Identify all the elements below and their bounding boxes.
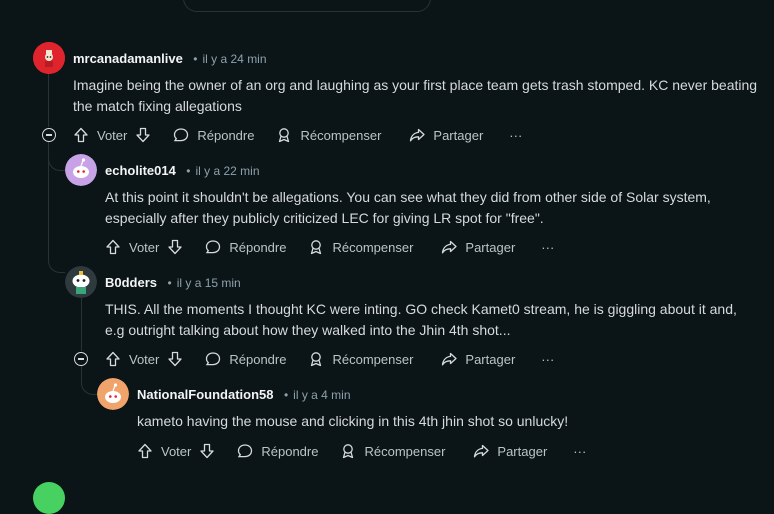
timestamp[interactable]: il y a 22 min <box>195 164 259 178</box>
comment-header: mrcanadamanlive • il y a 24 min <box>73 51 267 66</box>
reply-label: Répondre <box>197 127 255 143</box>
arrow-down-icon <box>168 239 183 255</box>
share-arrow-icon <box>410 128 426 142</box>
share-label: Partager <box>465 239 516 255</box>
share-button[interactable]: Partager <box>441 351 515 367</box>
snoo-avatar-icon <box>33 42 65 74</box>
vote-label: Voter <box>129 239 160 255</box>
award-label: Récompenser <box>332 351 414 367</box>
comment-body: kameto having the mouse and clicking in … <box>137 413 569 429</box>
downvote-button[interactable] <box>199 443 215 459</box>
comment-actions: Voter Répondre Récompenser Partager ··· <box>137 439 586 463</box>
comment-header: NationalFoundation58 • il y a 4 min <box>137 387 351 402</box>
share-label: Partager <box>465 351 516 367</box>
timestamp[interactable]: il y a 15 min <box>177 276 241 290</box>
vote-label: Voter <box>161 443 192 459</box>
award-button[interactable]: Récompenser <box>340 443 445 459</box>
arrow-up-icon <box>106 239 120 255</box>
reply-label: Répondre <box>229 239 287 255</box>
arrow-up-icon <box>138 443 152 459</box>
previous-post-card <box>183 0 431 12</box>
thread-connector <box>48 142 65 171</box>
thread-line <box>81 298 82 351</box>
downvote-button[interactable] <box>135 127 151 143</box>
share-arrow-icon <box>442 240 458 254</box>
username[interactable]: NationalFoundation58 <box>137 387 274 402</box>
avatar[interactable] <box>33 42 65 74</box>
arrow-down-icon <box>168 351 183 367</box>
award-icon <box>311 240 322 255</box>
more-options-button[interactable]: ··· <box>541 352 554 367</box>
thread-connector <box>81 366 98 395</box>
arrow-up-icon <box>74 127 88 143</box>
vote-label: Voter <box>129 351 160 367</box>
more-options-button[interactable]: ··· <box>509 128 522 143</box>
downvote-button[interactable] <box>167 239 183 255</box>
more-options-button[interactable]: ··· <box>573 444 586 459</box>
share-label: Partager <box>433 127 484 143</box>
award-button[interactable]: Récompenser <box>276 127 381 143</box>
comment-actions: Voter Répondre Récompenser Partager ··· <box>105 347 554 371</box>
arrow-up-icon <box>106 351 120 367</box>
comment-body: At this point it shouldn't be allegation… <box>105 189 711 226</box>
thread-line <box>48 74 49 127</box>
timestamp[interactable]: il y a 4 min <box>293 388 350 402</box>
comment-body: THIS. All the moments I thought KC were … <box>105 301 737 338</box>
share-arrow-icon <box>442 352 458 366</box>
timestamp[interactable]: il y a 24 min <box>203 52 267 66</box>
thread-connector <box>48 252 65 273</box>
avatar[interactable] <box>97 378 129 410</box>
username[interactable]: B0dders <box>105 275 157 290</box>
username[interactable]: mrcanadamanlive <box>73 51 183 66</box>
award-icon <box>279 128 290 143</box>
reply-button[interactable]: Répondre <box>237 443 318 459</box>
award-button[interactable]: Récompenser <box>308 239 413 255</box>
share-button[interactable]: Partager <box>473 443 547 459</box>
collapse-thread-button[interactable] <box>74 352 88 366</box>
more-options-button[interactable]: ··· <box>541 240 554 255</box>
arrow-down-icon <box>136 127 151 143</box>
avatar[interactable] <box>65 266 97 298</box>
snoo-avatar-icon <box>97 378 129 410</box>
upvote-button[interactable] <box>105 351 121 367</box>
comment-header: echolite014 • il y a 22 min <box>105 163 260 178</box>
award-icon <box>311 352 322 367</box>
next-comment-avatar[interactable] <box>33 482 65 514</box>
comment-bubble-icon <box>206 352 221 366</box>
award-icon <box>343 444 354 459</box>
comment-header: B0dders • il y a 15 min <box>105 275 241 290</box>
avatar[interactable] <box>65 154 97 186</box>
award-button[interactable]: Récompenser <box>308 351 413 367</box>
share-button[interactable]: Partager <box>409 127 483 143</box>
comment-actions: Voter Répondre Récompenser Partager ··· <box>105 235 554 259</box>
comment-actions: Voter Répondre Récompenser Partager ··· <box>73 123 522 147</box>
comment-bubble-icon <box>174 128 189 142</box>
reply-button[interactable]: Répondre <box>205 239 286 255</box>
arrow-down-icon <box>200 443 215 459</box>
snoo-avatar-icon <box>65 154 97 186</box>
comment-bubble-icon <box>238 444 253 458</box>
award-label: Récompenser <box>332 239 414 255</box>
comment-body: Imagine being the owner of an org and la… <box>73 77 758 114</box>
reply-button[interactable]: Répondre <box>173 127 254 143</box>
share-button[interactable]: Partager <box>441 239 515 255</box>
reply-button[interactable]: Répondre <box>205 351 286 367</box>
reply-label: Répondre <box>261 443 319 459</box>
comment-bubble-icon <box>206 240 221 254</box>
username[interactable]: echolite014 <box>105 163 176 178</box>
award-label: Récompenser <box>364 443 446 459</box>
award-label: Récompenser <box>300 127 382 143</box>
upvote-button[interactable] <box>105 239 121 255</box>
share-label: Partager <box>497 443 548 459</box>
share-arrow-icon <box>474 444 490 458</box>
vote-label: Voter <box>97 127 128 143</box>
upvote-button[interactable] <box>137 443 153 459</box>
collapse-thread-button[interactable] <box>42 128 56 142</box>
reply-label: Répondre <box>229 351 287 367</box>
downvote-button[interactable] <box>167 351 183 367</box>
snoo-avatar-icon <box>65 266 97 298</box>
upvote-button[interactable] <box>73 127 89 143</box>
